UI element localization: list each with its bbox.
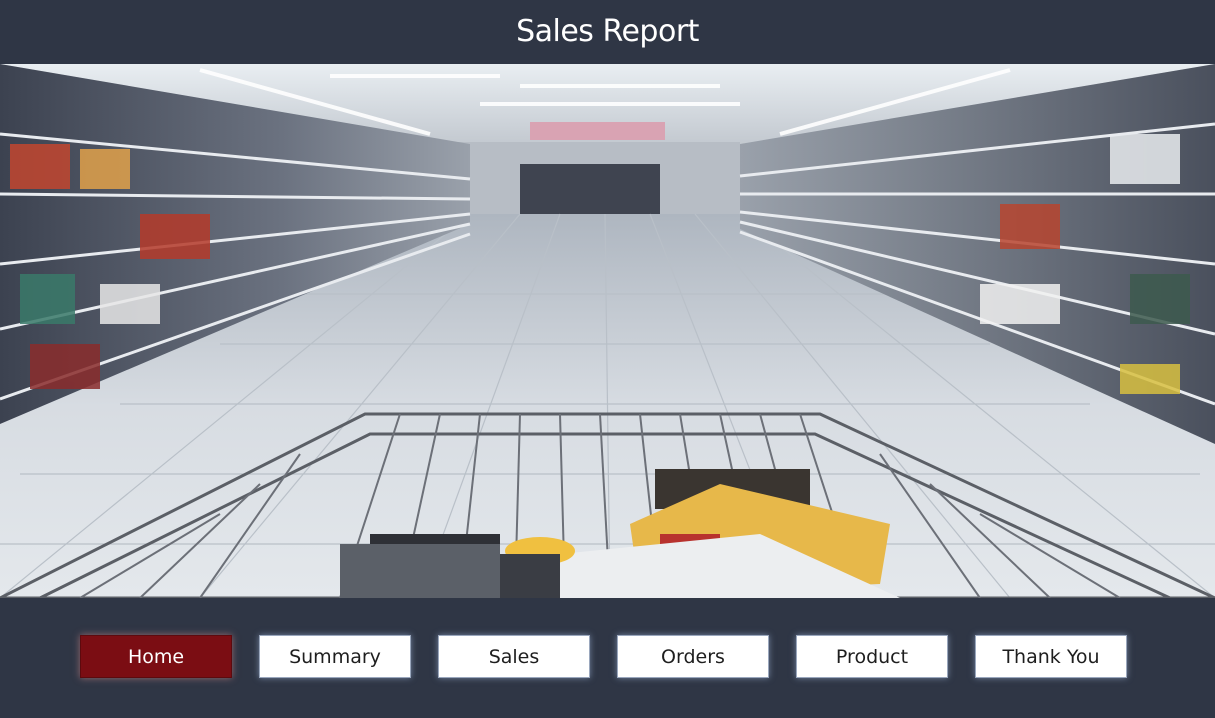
supermarket-aisle-illustration [0,64,1215,598]
nav-button-product[interactable]: Product [796,635,948,678]
nav-button-orders[interactable]: Orders [617,635,769,678]
navigation-bar: Home Summary Sales Orders Product Thank … [0,598,1215,718]
nav-button-sales[interactable]: Sales [438,635,590,678]
nav-button-summary[interactable]: Summary [259,635,411,678]
hero-image [0,64,1215,598]
nav-button-home[interactable]: Home [80,635,232,678]
page-title: Sales Report [516,13,699,49]
header-bar: Sales Report [0,0,1215,62]
nav-button-thank-you[interactable]: Thank You [975,635,1127,678]
